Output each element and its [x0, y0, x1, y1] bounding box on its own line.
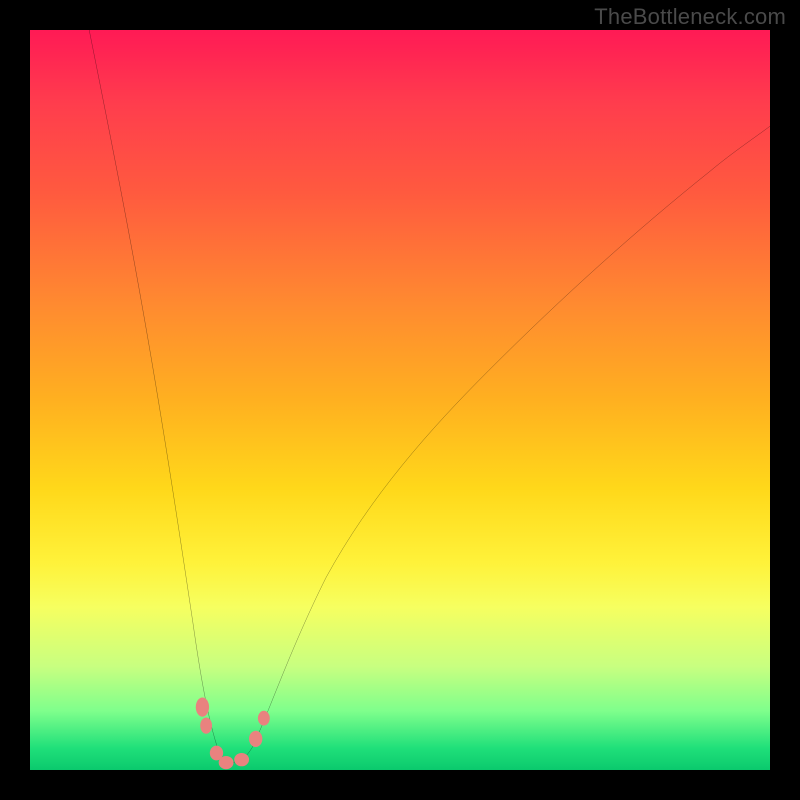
- trough-marker: [258, 711, 270, 726]
- trough-marker: [196, 697, 209, 716]
- bottleneck-curve: [30, 30, 770, 770]
- chart-frame: TheBottleneck.com: [0, 0, 800, 800]
- watermark-text: TheBottleneck.com: [594, 4, 786, 30]
- plot-area: [30, 30, 770, 770]
- trough-marker: [249, 731, 262, 747]
- trough-marker: [234, 753, 249, 766]
- trough-marker: [200, 717, 212, 733]
- curve-path: [89, 30, 770, 762]
- trough-marker: [219, 756, 234, 769]
